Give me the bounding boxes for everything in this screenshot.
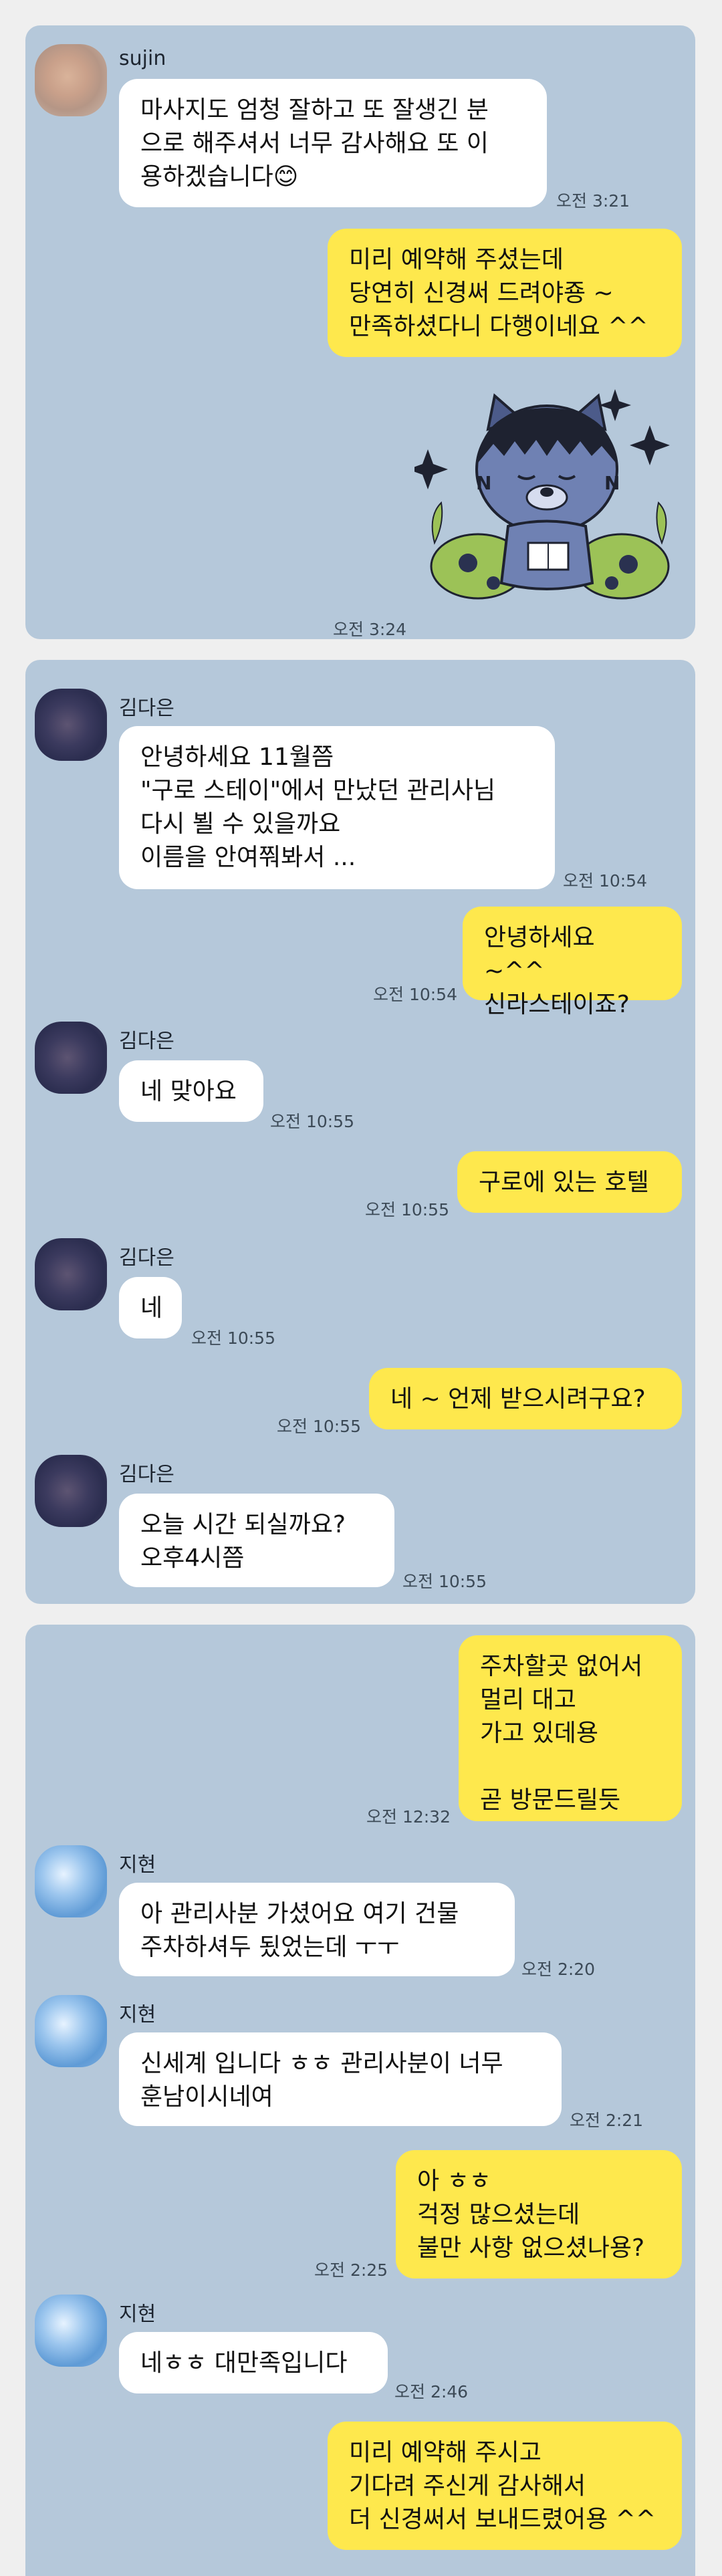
message-time: 오전 10:55 xyxy=(277,1417,361,1436)
incoming-message[interactable]: 오늘 시간 되실까요? 오후4시쯤 xyxy=(119,1494,394,1587)
message-time: 오전 3:24 xyxy=(333,620,407,639)
contact-avatar[interactable] xyxy=(35,44,107,116)
ryan-sticker[interactable]: N N xyxy=(408,382,682,610)
incoming-message[interactable]: 신세계 입니다 ㅎㅎ 관리사분이 너무 훈남이시네여 xyxy=(119,2032,562,2126)
incoming-message[interactable]: 네 맞아요 xyxy=(119,1060,263,1122)
message-time: 오전 2:20 xyxy=(521,1960,596,1979)
outgoing-message[interactable]: 주차할곳 없어서 멀리 대고 가고 있데용 곧 방문드릴듯 xyxy=(459,1635,682,1821)
contact-avatar[interactable] xyxy=(35,1022,107,1094)
contact-name: 김다은 xyxy=(119,1246,174,1270)
incoming-message[interactable]: 아 관리사분 가셨어요 여기 건물 주차하셔두 됬었는데 ㅜㅜ xyxy=(119,1883,515,1976)
message-time: 오전 10:55 xyxy=(191,1328,275,1348)
message-time: 오전 10:55 xyxy=(365,1200,449,1219)
outgoing-message[interactable]: 아 ㅎㅎ 걱정 많으셨는데 불만 사항 없으셨나용? xyxy=(396,2150,682,2278)
contact-avatar[interactable] xyxy=(35,1845,107,1917)
svg-text:N: N xyxy=(604,472,620,494)
sticker-icon: N N xyxy=(408,389,670,600)
contact-name: 김다은 xyxy=(119,1463,174,1486)
message-time: 오전 10:55 xyxy=(270,1112,354,1131)
outgoing-message[interactable]: 미리 예약해 주셨는데 당연히 신경써 드려야죵 ~ 만족하셨다니 다행이네요 … xyxy=(328,229,682,357)
contact-avatar[interactable] xyxy=(35,1238,107,1310)
incoming-message[interactable]: 네ㅎㅎ 대만족입니다 xyxy=(119,2332,388,2393)
contact-avatar[interactable] xyxy=(35,689,107,761)
contact-avatar[interactable] xyxy=(35,1455,107,1527)
contact-name: 지현 xyxy=(119,1853,156,1877)
message-time: 오전 12:32 xyxy=(366,1807,451,1827)
message-time: 오전 10:55 xyxy=(402,1572,487,1591)
message-time: 오전 3:21 xyxy=(556,191,630,211)
outgoing-message[interactable]: 구로에 있는 호텔 xyxy=(457,1151,682,1213)
message-time: 오전 2:25 xyxy=(314,2260,388,2280)
contact-avatar[interactable] xyxy=(35,1995,107,2067)
incoming-message[interactable]: 네 xyxy=(119,1277,182,1338)
contact-name: 지현 xyxy=(119,2003,156,2026)
outgoing-message[interactable]: 미리 예약해 주시고 기다려 주신게 감사해서 더 신경써서 보내드렸어용 ^^ xyxy=(328,2422,682,2550)
contact-name: 김다은 xyxy=(119,1030,174,1053)
contact-name: 지현 xyxy=(119,2303,156,2326)
message-time: 오전 2:21 xyxy=(570,2111,644,2130)
message-time: 오전 10:54 xyxy=(563,871,647,891)
incoming-message[interactable]: 마사지도 엄청 잘하고 또 잘생긴 분 으로 해주셔서 너무 감사해요 또 이 … xyxy=(119,79,547,207)
svg-text:N: N xyxy=(476,472,491,494)
contact-name: sujin xyxy=(119,47,166,70)
contact-avatar[interactable] xyxy=(35,2295,107,2367)
outgoing-message[interactable]: 안녕하세요 ~^^ 신라스테이죠? xyxy=(463,907,682,1018)
contact-name: 김다은 xyxy=(119,697,174,720)
message-time: 오전 10:54 xyxy=(373,985,457,1004)
incoming-message[interactable]: 안녕하세요 11월쯤 "구로 스테이"에서 만났던 관리사님 다시 뵐 수 있을… xyxy=(119,726,555,889)
outgoing-message[interactable]: 네 ~ 언제 받으시려구요? xyxy=(369,1368,682,1429)
message-time: 오전 2:46 xyxy=(394,2382,469,2402)
